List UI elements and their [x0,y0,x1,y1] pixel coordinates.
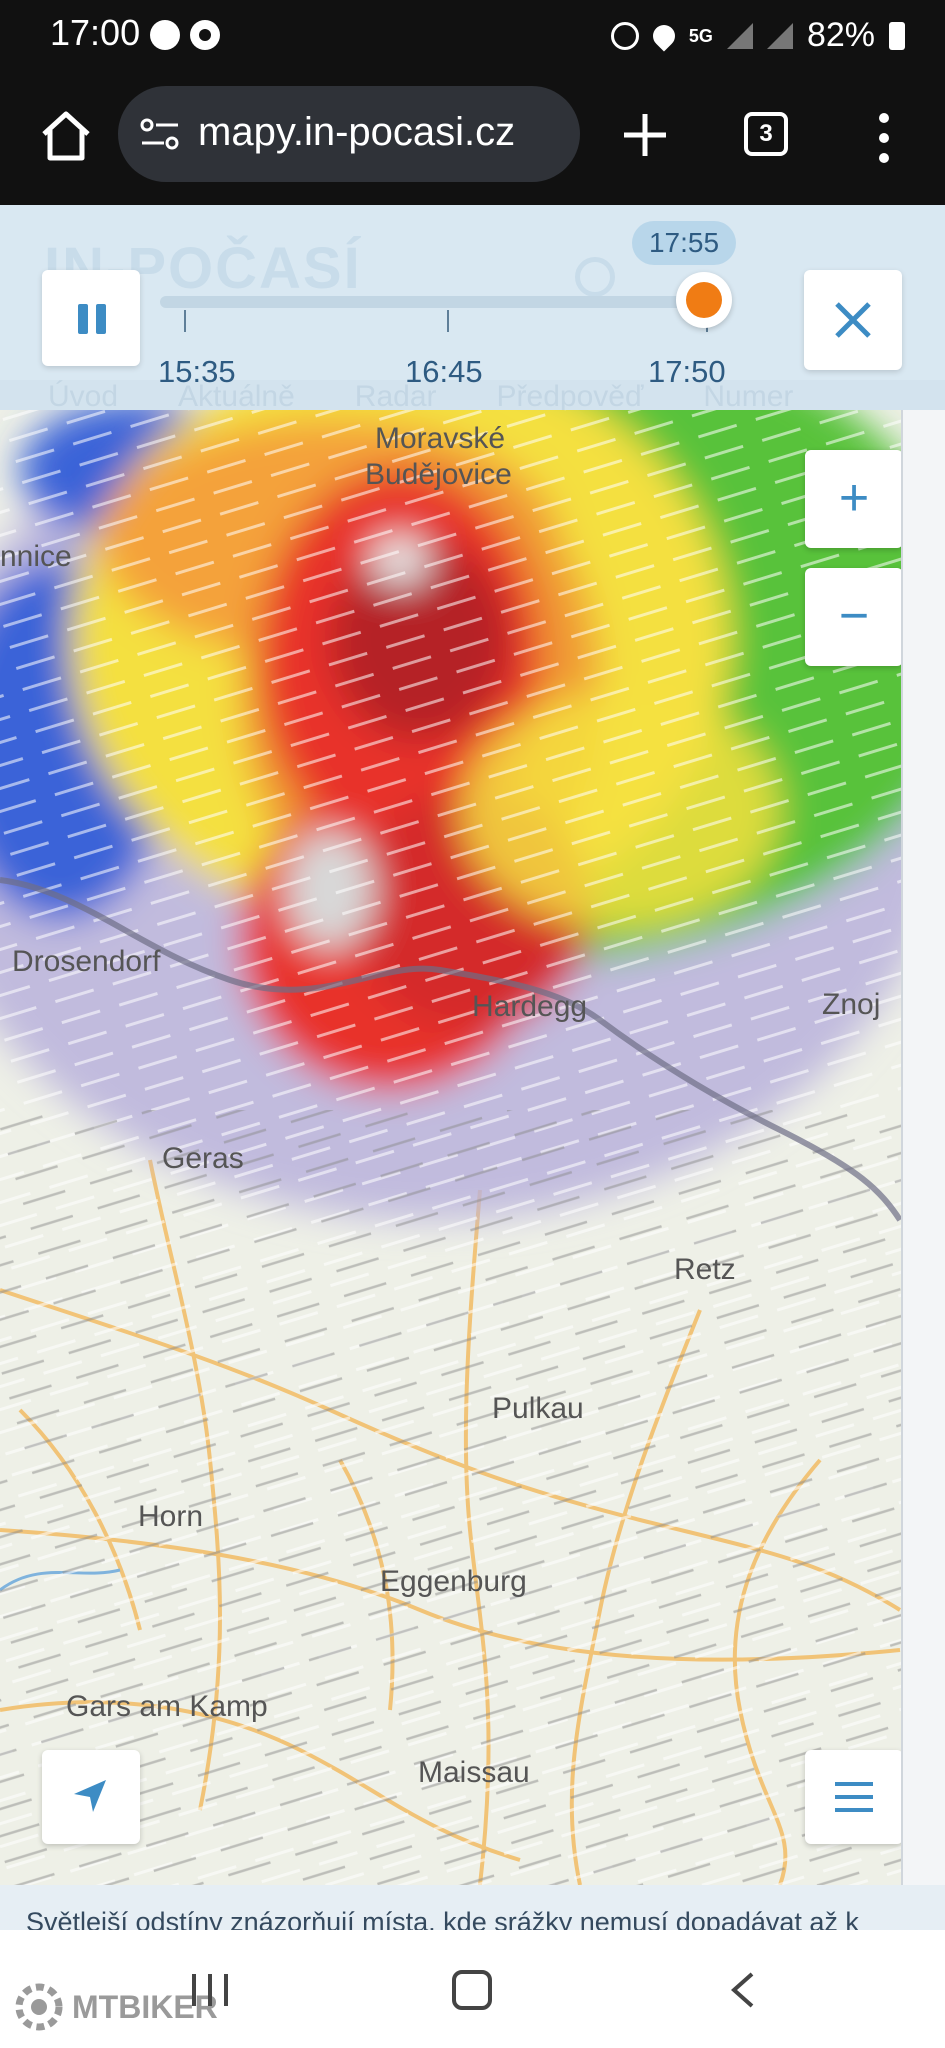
site-nav-item: Předpověď [496,380,644,410]
timeline-label: 17:50 [648,354,726,389]
address-bar[interactable]: mapy.in-pocasi.cz [118,86,580,182]
town-label: Drosendorf [12,945,161,978]
town-label: Moravské [375,422,506,455]
radar-map[interactable]: Moravské Budějovice nnice Drosendorf Har… [0,410,945,1885]
system-nav-bar: MTBIKER [0,1930,945,2048]
new-tab-icon[interactable] [620,110,670,160]
signal-icon [726,22,753,49]
status-icons: 5G 82% [610,16,905,55]
back-icon[interactable] [728,1970,758,2010]
record-icon [190,20,220,50]
town-label: Horn [138,1500,204,1533]
town-label: Eggenburg [380,1565,527,1598]
town-label: Geras [162,1142,244,1175]
zoom-in-button[interactable]: + [805,450,903,548]
map-scale-strip [901,410,945,1885]
timeline-tick [184,310,186,332]
town-label: Gars am Kamp [66,1690,268,1723]
town-label: Retz [674,1253,736,1286]
town-label: nnice [0,540,72,573]
menu-icon [835,1782,873,1812]
layers-menu-button[interactable] [805,1750,903,1844]
kebab-icon[interactable] [876,110,892,166]
messenger-icon [150,20,180,50]
town-label: Hardegg [472,990,588,1023]
town-label: Maissau [418,1756,530,1789]
town-label: Znoj [822,988,881,1021]
status-time: 17:00 [50,12,141,53]
zoom-out-button[interactable]: − [805,568,903,666]
status-bar: 17:00 5G 82% [0,0,945,70]
timeline-label: 16:45 [405,354,483,389]
site-settings-icon[interactable] [140,116,180,152]
site-nav-item: Úvod [48,380,119,410]
legend-caption: Světlejší odstíny znázorňují místa, kde … [0,1885,945,1930]
network-type: 5G [688,25,713,46]
url-text: mapy.in-pocasi.cz [198,110,516,154]
signal-icon-2 [766,22,793,49]
close-button[interactable] [804,270,902,370]
close-icon [835,302,871,338]
home-nav-icon[interactable] [452,1970,492,2010]
current-time-badge: 17:55 [632,221,736,265]
battery-icon [889,21,905,50]
pause-button[interactable] [42,270,140,366]
radar-layer [0,410,945,1885]
legend-caption-text: Světlejší odstíny znázorňují místa, kde … [26,1907,859,1930]
timeline-tick [447,310,449,332]
locate-icon [74,1780,106,1812]
home-icon[interactable] [38,108,94,164]
alarm-icon [610,21,639,50]
watermark: MTBIKER [12,1980,218,2034]
timeline-handle[interactable] [676,272,732,328]
town-label: Pulkau [492,1392,584,1425]
mtbiker-logo-icon [15,1983,63,2031]
tabs-icon[interactable]: 3 [744,112,788,156]
timeline-label: 15:35 [158,354,236,389]
pause-icon [78,304,106,334]
town-label: Budějovice [365,458,512,491]
location-icon [648,19,680,52]
recent-apps-icon[interactable] [190,1972,230,2008]
battery-percent: 82% [806,16,875,54]
search-icon [575,257,615,297]
timeline-track[interactable] [160,296,705,308]
browser-toolbar: mapy.in-pocasi.cz 3 [0,70,945,205]
locate-button[interactable] [42,1750,140,1844]
